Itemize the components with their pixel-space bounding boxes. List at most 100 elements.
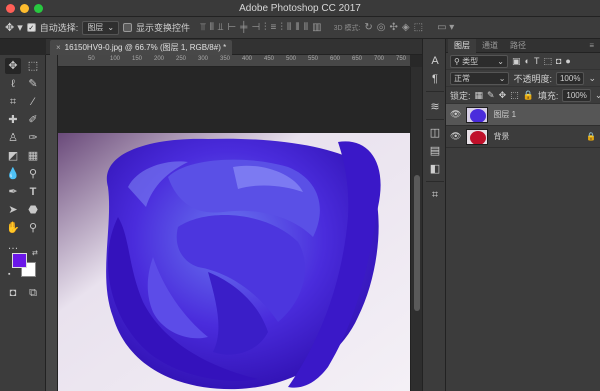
eyedropper-tool-icon[interactable]: ⁄ <box>25 94 41 110</box>
eraser-tool-icon[interactable]: ◩ <box>5 148 21 164</box>
auto-select-checkbox[interactable]: ✓ <box>26 23 36 32</box>
filter-adjustment-icon[interactable]: ◐ <box>525 56 530 66</box>
lasso-tool-icon[interactable]: ℓ <box>5 76 21 92</box>
crop-panel-icon[interactable]: ⌗ <box>427 187 443 203</box>
scale-3d-icon[interactable]: ⬚ <box>414 22 423 33</box>
chevron-down-icon[interactable]: ⌄ <box>595 90 600 101</box>
filter-shape-icon[interactable]: ⬚ <box>543 56 552 67</box>
foreground-color-swatch[interactable] <box>12 253 27 268</box>
drag-3d-icon[interactable]: ✣ <box>390 22 398 33</box>
tab-paths[interactable]: 路径 <box>504 39 532 53</box>
zoom-window-button[interactable] <box>34 4 43 13</box>
chevron-down-icon: ⌄ <box>107 23 115 32</box>
layer-row[interactable]: 👁 背景 🔒 <box>446 126 600 148</box>
lock-pixels-icon[interactable]: ✎ <box>487 90 495 101</box>
show-transform-checkbox[interactable] <box>123 23 133 32</box>
auto-select-target-dropdown[interactable]: 图层 ⌄ <box>82 20 120 35</box>
filter-pixel-icon[interactable]: ▣ <box>512 56 521 67</box>
visibility-eye-icon[interactable]: 👁 <box>450 109 461 120</box>
filter-smart-object-icon[interactable]: ◘ <box>556 56 561 66</box>
brush-tool-icon[interactable]: ✐ <box>25 112 41 128</box>
distribute-vcenter-icon[interactable]: ≡ <box>271 22 277 33</box>
align-bottom-icon[interactable]: ⫫ <box>218 22 224 33</box>
ruler-tick: 350 <box>220 56 231 62</box>
layer-thumbnail <box>466 106 489 123</box>
lock-transparent-icon[interactable]: ▦ <box>475 90 484 101</box>
ruler-tick: 500 <box>286 56 297 62</box>
chevron-down-icon: ⌄ <box>497 56 504 66</box>
tab-layers[interactable]: 图层 <box>448 39 476 53</box>
default-colors-icon[interactable]: ▪ <box>8 271 10 278</box>
layers-stack-icon[interactable]: ≋ <box>427 99 443 115</box>
vertical-scrollbar[interactable] <box>410 67 422 391</box>
align-vcenter-icon[interactable]: ⫴ <box>210 22 214 33</box>
close-tab-icon[interactable]: × <box>56 43 61 52</box>
align-right-icon[interactable]: ⊣ <box>251 22 260 33</box>
marquee-tool-icon[interactable]: ⬚ <box>25 58 41 74</box>
document-tab[interactable]: × 16150HV9-0.jpg @ 66.7% (图层 1, RGB/8#) * <box>50 40 233 55</box>
stamp-tool-icon[interactable]: ♙ <box>5 130 21 146</box>
align-hcenter-icon[interactable]: ╪ <box>240 22 247 33</box>
chevron-down-icon[interactable]: ⌄ <box>588 73 596 84</box>
history-brush-tool-icon[interactable]: ✑ <box>25 130 41 146</box>
distribute-left-icon[interactable]: ⦀ <box>287 22 291 33</box>
distribute-hcenter-icon[interactable]: ⦀ <box>295 22 299 33</box>
auto-align-icon[interactable]: ▥ <box>312 22 321 33</box>
hand-tool-icon[interactable]: ✋ <box>5 220 21 236</box>
show-transform-label: 显示变换控件 <box>136 23 191 33</box>
path-select-tool-icon[interactable]: ➤ <box>5 202 21 218</box>
rose-image <box>58 67 410 391</box>
workspace-icon[interactable]: ▭ ▾ <box>437 22 454 33</box>
options-bar: ✥ ▾ ✓ 自动选择: 图层 ⌄ 显示变换控件 ⫪ ⫴ ⫫ ⊢ ╪ ⊣ ⫶ ≡ ⫶… <box>0 17 600 39</box>
roll-3d-icon[interactable]: ◎ <box>377 22 386 33</box>
quick-mask-icon[interactable]: ◘ <box>5 285 21 301</box>
move-tool-preset-icon[interactable]: ✥ ▾ <box>5 21 23 34</box>
distribute-right-icon[interactable]: ⦀ <box>304 22 308 33</box>
gradient-tool-icon[interactable]: ▦ <box>25 148 41 164</box>
shape-tool-icon[interactable]: ⬣ <box>25 202 41 218</box>
lock-artboard-icon[interactable]: ⬚ <box>510 90 519 101</box>
blend-mode-dropdown[interactable]: 正常 ⌄ <box>450 71 510 85</box>
more-tools-icon[interactable]: … <box>5 238 21 254</box>
opacity-input[interactable]: 100% <box>555 71 585 85</box>
rotate-3d-icon[interactable]: ↻ <box>364 22 372 33</box>
panel-menu-icon[interactable]: ≡ <box>583 39 600 53</box>
swap-colors-icon[interactable]: ⇄ <box>32 249 38 257</box>
character-panel-icon[interactable]: A <box>427 53 443 69</box>
adjustments-icon[interactable]: ◫ <box>427 125 443 141</box>
crop-tool-icon[interactable]: ⌗ <box>5 94 21 110</box>
fill-input[interactable]: 100% <box>562 88 591 102</box>
move-tool-icon[interactable]: ✥ <box>5 58 21 74</box>
layer-row[interactable]: 👁 图层 1 <box>446 104 600 126</box>
type-tool-icon[interactable]: T <box>25 184 41 200</box>
minimize-window-button[interactable] <box>20 4 29 13</box>
quick-select-tool-icon[interactable]: ✎ <box>25 76 41 92</box>
blur-tool-icon[interactable]: 💧 <box>5 166 21 182</box>
screen-mode-icon[interactable]: ⧉ <box>25 285 41 301</box>
lock-label: 锁定: <box>450 90 471 101</box>
document-canvas[interactable] <box>58 67 410 391</box>
dodge-tool-icon[interactable]: ⚲ <box>25 166 41 182</box>
filter-type-icon[interactable]: T <box>534 56 540 66</box>
slide-3d-icon[interactable]: ◈ <box>402 22 410 33</box>
close-window-button[interactable] <box>6 4 15 13</box>
layer-filter-dropdown[interactable]: ⚲ 类型 ⌄ <box>450 54 508 68</box>
filter-toggle-icon[interactable]: ● <box>565 56 570 66</box>
zoom-tool-icon[interactable]: ⚲ <box>25 220 41 236</box>
swatches-icon[interactable]: ◧ <box>427 161 443 177</box>
align-left-icon[interactable]: ⊢ <box>228 22 237 33</box>
lock-all-icon[interactable]: 🔒 <box>523 90 534 101</box>
align-top-icon[interactable]: ⫪ <box>200 22 206 33</box>
paragraph-panel-icon[interactable]: ¶ <box>427 71 443 87</box>
properties-icon[interactable]: ▤ <box>427 143 443 159</box>
visibility-eye-icon[interactable]: 👁 <box>450 131 461 142</box>
tab-channels[interactable]: 通道 <box>476 39 504 53</box>
panel-icon-strip: A ¶ ≋ ◫ ▤ ◧ ⌗ <box>422 39 446 391</box>
distribute-top-icon[interactable]: ⫶ <box>264 22 267 33</box>
healing-tool-icon[interactable]: ✚ <box>5 112 21 128</box>
vertical-ruler <box>46 55 58 391</box>
lock-position-icon[interactable]: ✥ <box>499 90 507 101</box>
distribute-bottom-icon[interactable]: ⫶ <box>280 22 283 33</box>
scrollbar-thumb[interactable] <box>414 175 420 311</box>
pen-tool-icon[interactable]: ✒ <box>5 184 21 200</box>
